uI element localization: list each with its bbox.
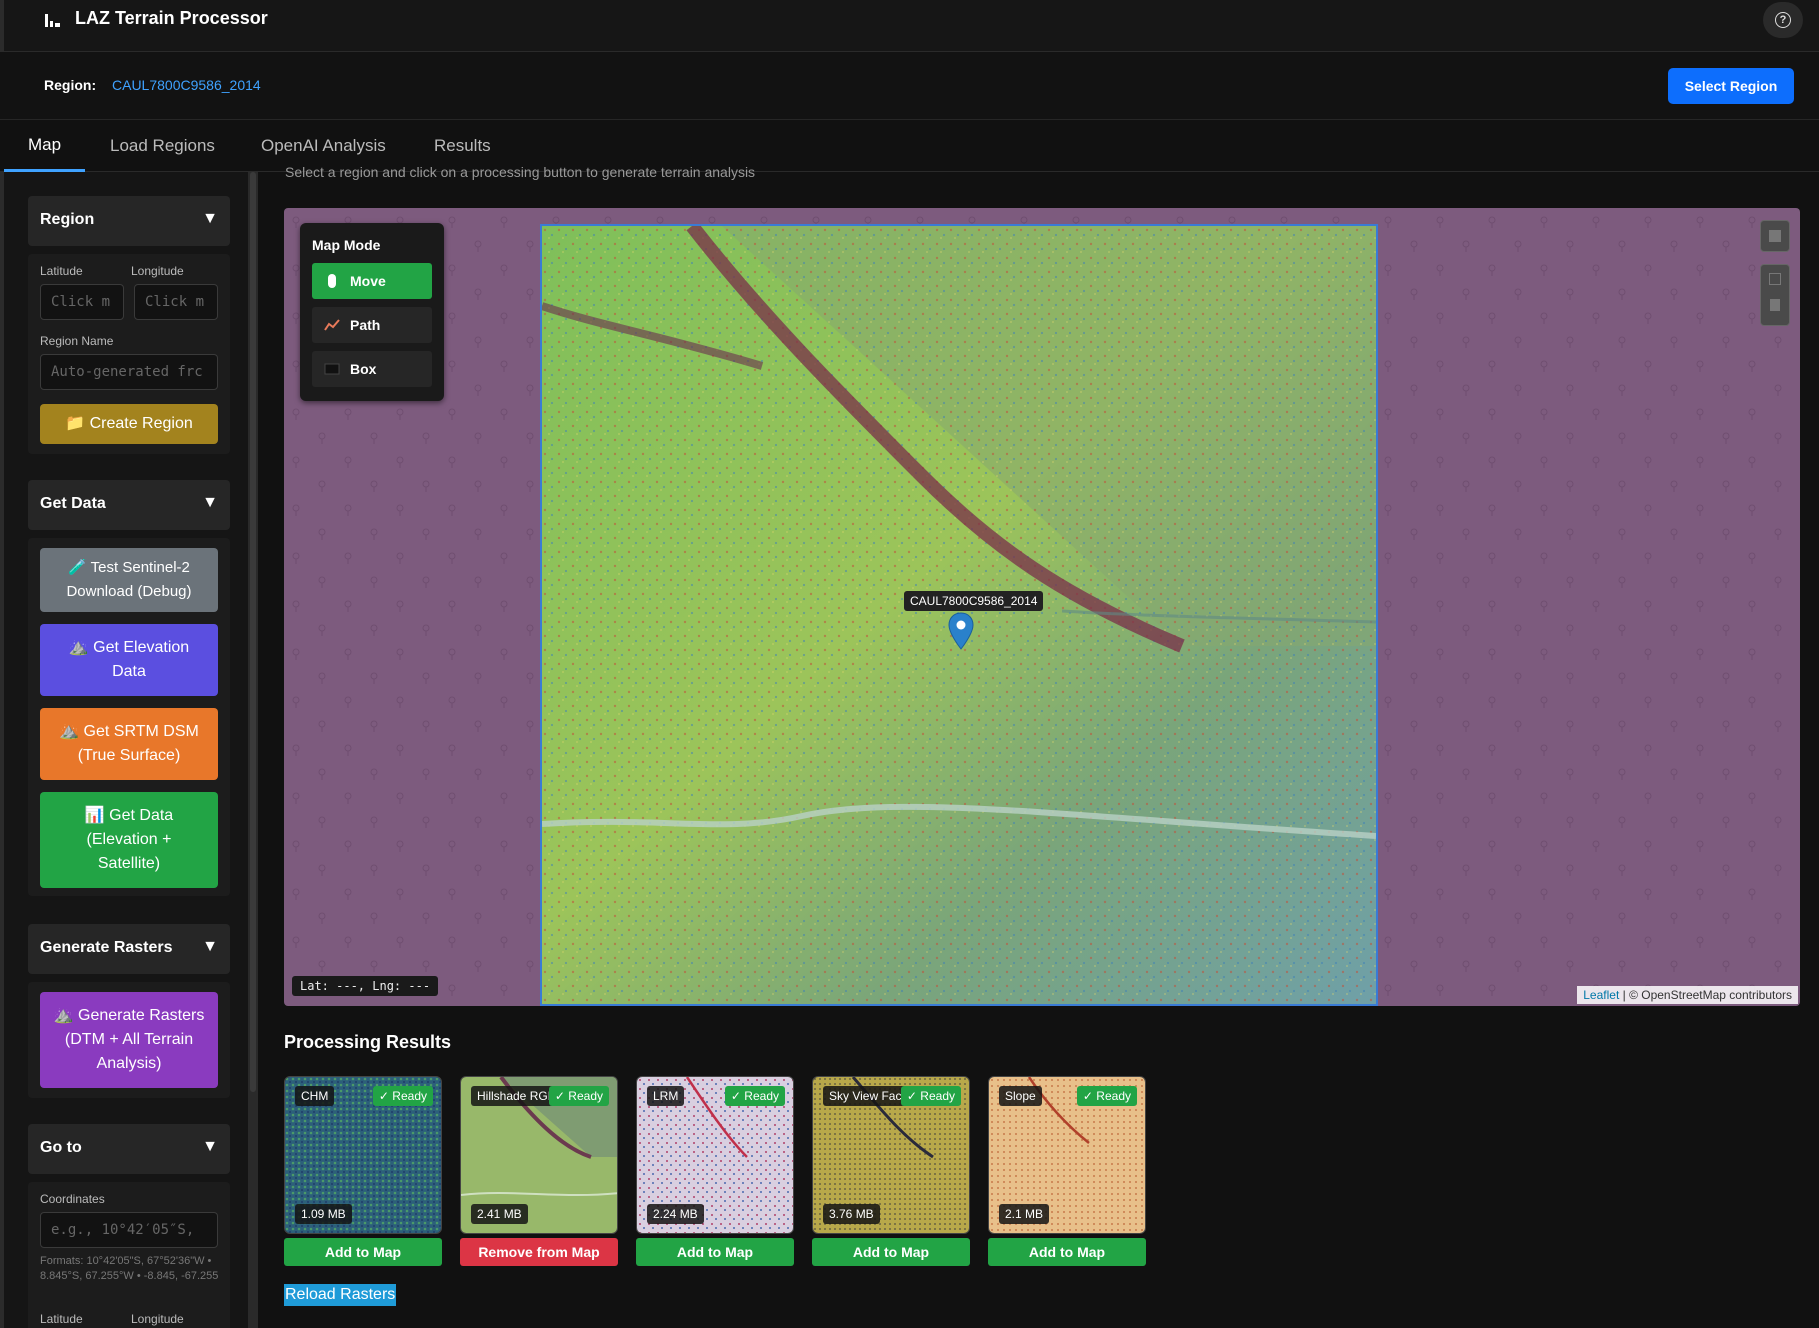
- add-to-map-button-chm[interactable]: Add to Map: [284, 1238, 442, 1266]
- longitude-input[interactable]: Click m: [134, 284, 218, 320]
- get-elevation-button[interactable]: ⛰️ Get Elevation Data: [40, 624, 218, 696]
- status-badge: ✓ Ready: [1076, 1086, 1137, 1106]
- tab-map[interactable]: Map: [4, 120, 86, 172]
- sidebar: Region ▼ Latitude Longitude Click m Clic…: [4, 172, 252, 1328]
- generate-rasters-button[interactable]: ⛰️ Generate Rasters (DTM + All Terrain A…: [40, 992, 218, 1088]
- result-card-sky-view-factor[interactable]: Sky View Factor ✓ Ready 3.76 MB: [812, 1076, 970, 1234]
- status-badge: ✓ Ready: [724, 1086, 785, 1106]
- card-name: Hillshade RGB: [471, 1086, 557, 1106]
- help-button[interactable]: ?: [1763, 2, 1803, 38]
- chevron-down-icon: ▼: [202, 210, 218, 227]
- region-label: Region:: [44, 77, 97, 93]
- region-marker-label: CAUL7800C9586_2014: [904, 591, 1044, 611]
- remove-from-map-button-hillshade[interactable]: Remove from Map: [460, 1238, 618, 1266]
- current-region-name: CAUL7800C9586_2014: [112, 77, 261, 93]
- longitude-label: Longitude: [131, 264, 184, 278]
- status-badge: ✓ Ready: [900, 1086, 961, 1106]
- region-bar: Region: CAUL7800C9586_2014 Select Region: [0, 52, 1819, 120]
- coordinates-label: Coordinates: [40, 1192, 105, 1206]
- region-name-label: Region Name: [40, 334, 114, 348]
- osm-attribution: | © OpenStreetMap contributors: [1622, 988, 1792, 1002]
- mode-label: Path: [350, 317, 381, 333]
- hand-icon: [328, 274, 336, 288]
- region-section-header[interactable]: Region ▼: [28, 196, 230, 246]
- mode-box-button[interactable]: Box: [312, 351, 432, 387]
- generate-rasters-section-header[interactable]: Generate Rasters ▼: [28, 924, 230, 974]
- coordinates-input[interactable]: e.g., 10°42′05″S,: [40, 1212, 218, 1248]
- section-title: Region: [40, 211, 95, 228]
- add-to-map-button-sky-view-factor[interactable]: Add to Map: [812, 1238, 970, 1266]
- section-title: Go to: [40, 1139, 82, 1156]
- map-attribution: Leaflet | © OpenStreetMap contributors: [1577, 986, 1798, 1004]
- file-size: 2.41 MB: [471, 1204, 528, 1224]
- edit-icon[interactable]: [1769, 273, 1781, 285]
- box-icon: [324, 363, 340, 375]
- chevron-down-icon: ▼: [202, 1138, 218, 1155]
- square-icon: [1769, 230, 1781, 242]
- edit-layers-control[interactable]: [1760, 264, 1790, 326]
- add-to-map-button-slope[interactable]: Add to Map: [988, 1238, 1146, 1266]
- mode-path-button[interactable]: Path: [312, 307, 432, 343]
- status-badge: ✓ Ready: [548, 1086, 609, 1106]
- file-size: 2.24 MB: [647, 1204, 704, 1224]
- result-card-hillshade[interactable]: Hillshade RGB ✓ Ready 2.41 MB: [460, 1076, 618, 1234]
- map-marker-icon[interactable]: [948, 612, 974, 650]
- card-name: LRM: [647, 1086, 685, 1106]
- card-name: Sky View Factor: [823, 1086, 909, 1106]
- sidebar-scrollbar-thumb[interactable]: [250, 172, 256, 1092]
- cursor-coordinates: Lat: ---, Lng: ---: [292, 976, 439, 996]
- get-data-combined-button[interactable]: 📊 Get Data (Elevation + Satellite): [40, 792, 218, 888]
- get-data-section-header[interactable]: Get Data ▼: [28, 480, 230, 530]
- result-card-slope[interactable]: Slope ✓ Ready 2.1 MB: [988, 1076, 1146, 1234]
- card-name: CHM: [295, 1086, 335, 1106]
- get-srtm-button[interactable]: ⛰️ Get SRTM DSM (True Surface): [40, 708, 218, 780]
- main-tabs: Map Load Regions OpenAI Analysis Results: [0, 120, 1819, 172]
- latitude-label: Latitude: [40, 264, 83, 278]
- draw-rectangle-control[interactable]: [1760, 220, 1790, 252]
- chevron-down-icon: ▼: [202, 938, 218, 955]
- goto-longitude-label: Longitude: [131, 1312, 184, 1326]
- processing-hint: Select a region and click on a processin…: [285, 164, 756, 180]
- goto-latitude-label: Latitude: [40, 1312, 83, 1326]
- goto-section-header[interactable]: Go to ▼: [28, 1124, 230, 1174]
- section-title: Generate Rasters: [40, 939, 173, 956]
- mode-label: Box: [350, 361, 377, 377]
- region-name-input[interactable]: Auto-generated frc: [40, 354, 218, 390]
- reload-rasters-button[interactable]: Reload Rasters: [284, 1284, 397, 1306]
- section-title: Get Data: [40, 495, 106, 512]
- leaflet-link[interactable]: Leaflet: [1583, 988, 1619, 1002]
- chevron-down-icon: ▼: [202, 494, 218, 511]
- map-view[interactable]: Map Mode Move Path Box CAUL7800C9586_201…: [284, 208, 1800, 1006]
- card-name: Slope: [999, 1086, 1042, 1106]
- file-size: 1.09 MB: [295, 1204, 352, 1224]
- app-title: LAZ Terrain Processor: [75, 8, 268, 28]
- select-region-button[interactable]: Select Region: [1668, 68, 1794, 104]
- app-logo-icon: [45, 14, 60, 27]
- tab-load-regions[interactable]: Load Regions: [86, 120, 239, 172]
- trash-icon[interactable]: [1770, 299, 1780, 311]
- status-badge: ✓ Ready: [372, 1086, 433, 1106]
- result-card-chm[interactable]: CHM ✓ Ready 1.09 MB: [284, 1076, 442, 1234]
- result-card-lrm[interactable]: LRM ✓ Ready 2.24 MB: [636, 1076, 794, 1234]
- app-header: LAZ Terrain Processor ?: [0, 0, 1819, 1328]
- test-sentinel-button[interactable]: 🧪 Test Sentinel-2 Download (Debug): [40, 548, 218, 612]
- path-icon: [324, 319, 340, 331]
- file-size: 3.76 MB: [823, 1204, 880, 1224]
- latitude-input[interactable]: Click m: [40, 284, 124, 320]
- processing-results-title: Processing Results: [284, 1032, 452, 1052]
- create-region-button[interactable]: 📁 Create Region: [40, 404, 218, 444]
- add-to-map-button-lrm[interactable]: Add to Map: [636, 1238, 794, 1266]
- file-size: 2.1 MB: [999, 1204, 1050, 1224]
- mode-move-button[interactable]: Move: [312, 263, 432, 299]
- map-mode-panel: Map Mode Move Path Box: [300, 223, 444, 401]
- mode-label: Move: [350, 273, 386, 289]
- question-circle-icon: ?: [1775, 12, 1791, 28]
- map-mode-title: Map Mode: [312, 237, 381, 253]
- coordinate-formats-note: Formats: 10°42'05"S, 67°52'36"W • 8.845°…: [40, 1255, 219, 1282]
